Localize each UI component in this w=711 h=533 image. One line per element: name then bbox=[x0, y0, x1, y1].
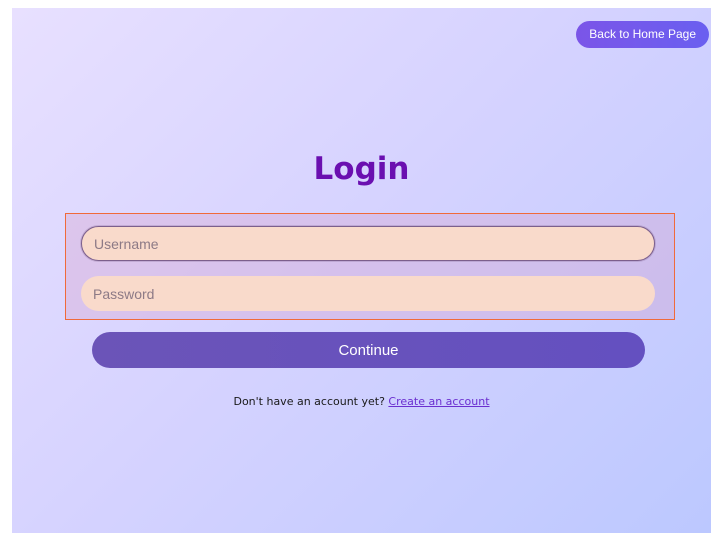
signup-prompt-text: Don't have an account yet? bbox=[233, 395, 385, 408]
continue-button[interactable]: Continue bbox=[92, 332, 645, 368]
back-to-home-button[interactable]: Back to Home Page bbox=[576, 21, 709, 48]
signup-prompt-row: Don't have an account yet? Create an acc… bbox=[12, 395, 711, 408]
password-input[interactable] bbox=[81, 276, 655, 311]
login-page: Back to Home Page Login Continue Don't h… bbox=[12, 8, 711, 533]
login-form-group bbox=[65, 213, 675, 320]
page-title: Login bbox=[313, 151, 410, 187]
create-account-link[interactable]: Create an account bbox=[388, 395, 489, 408]
username-input[interactable] bbox=[81, 226, 655, 261]
